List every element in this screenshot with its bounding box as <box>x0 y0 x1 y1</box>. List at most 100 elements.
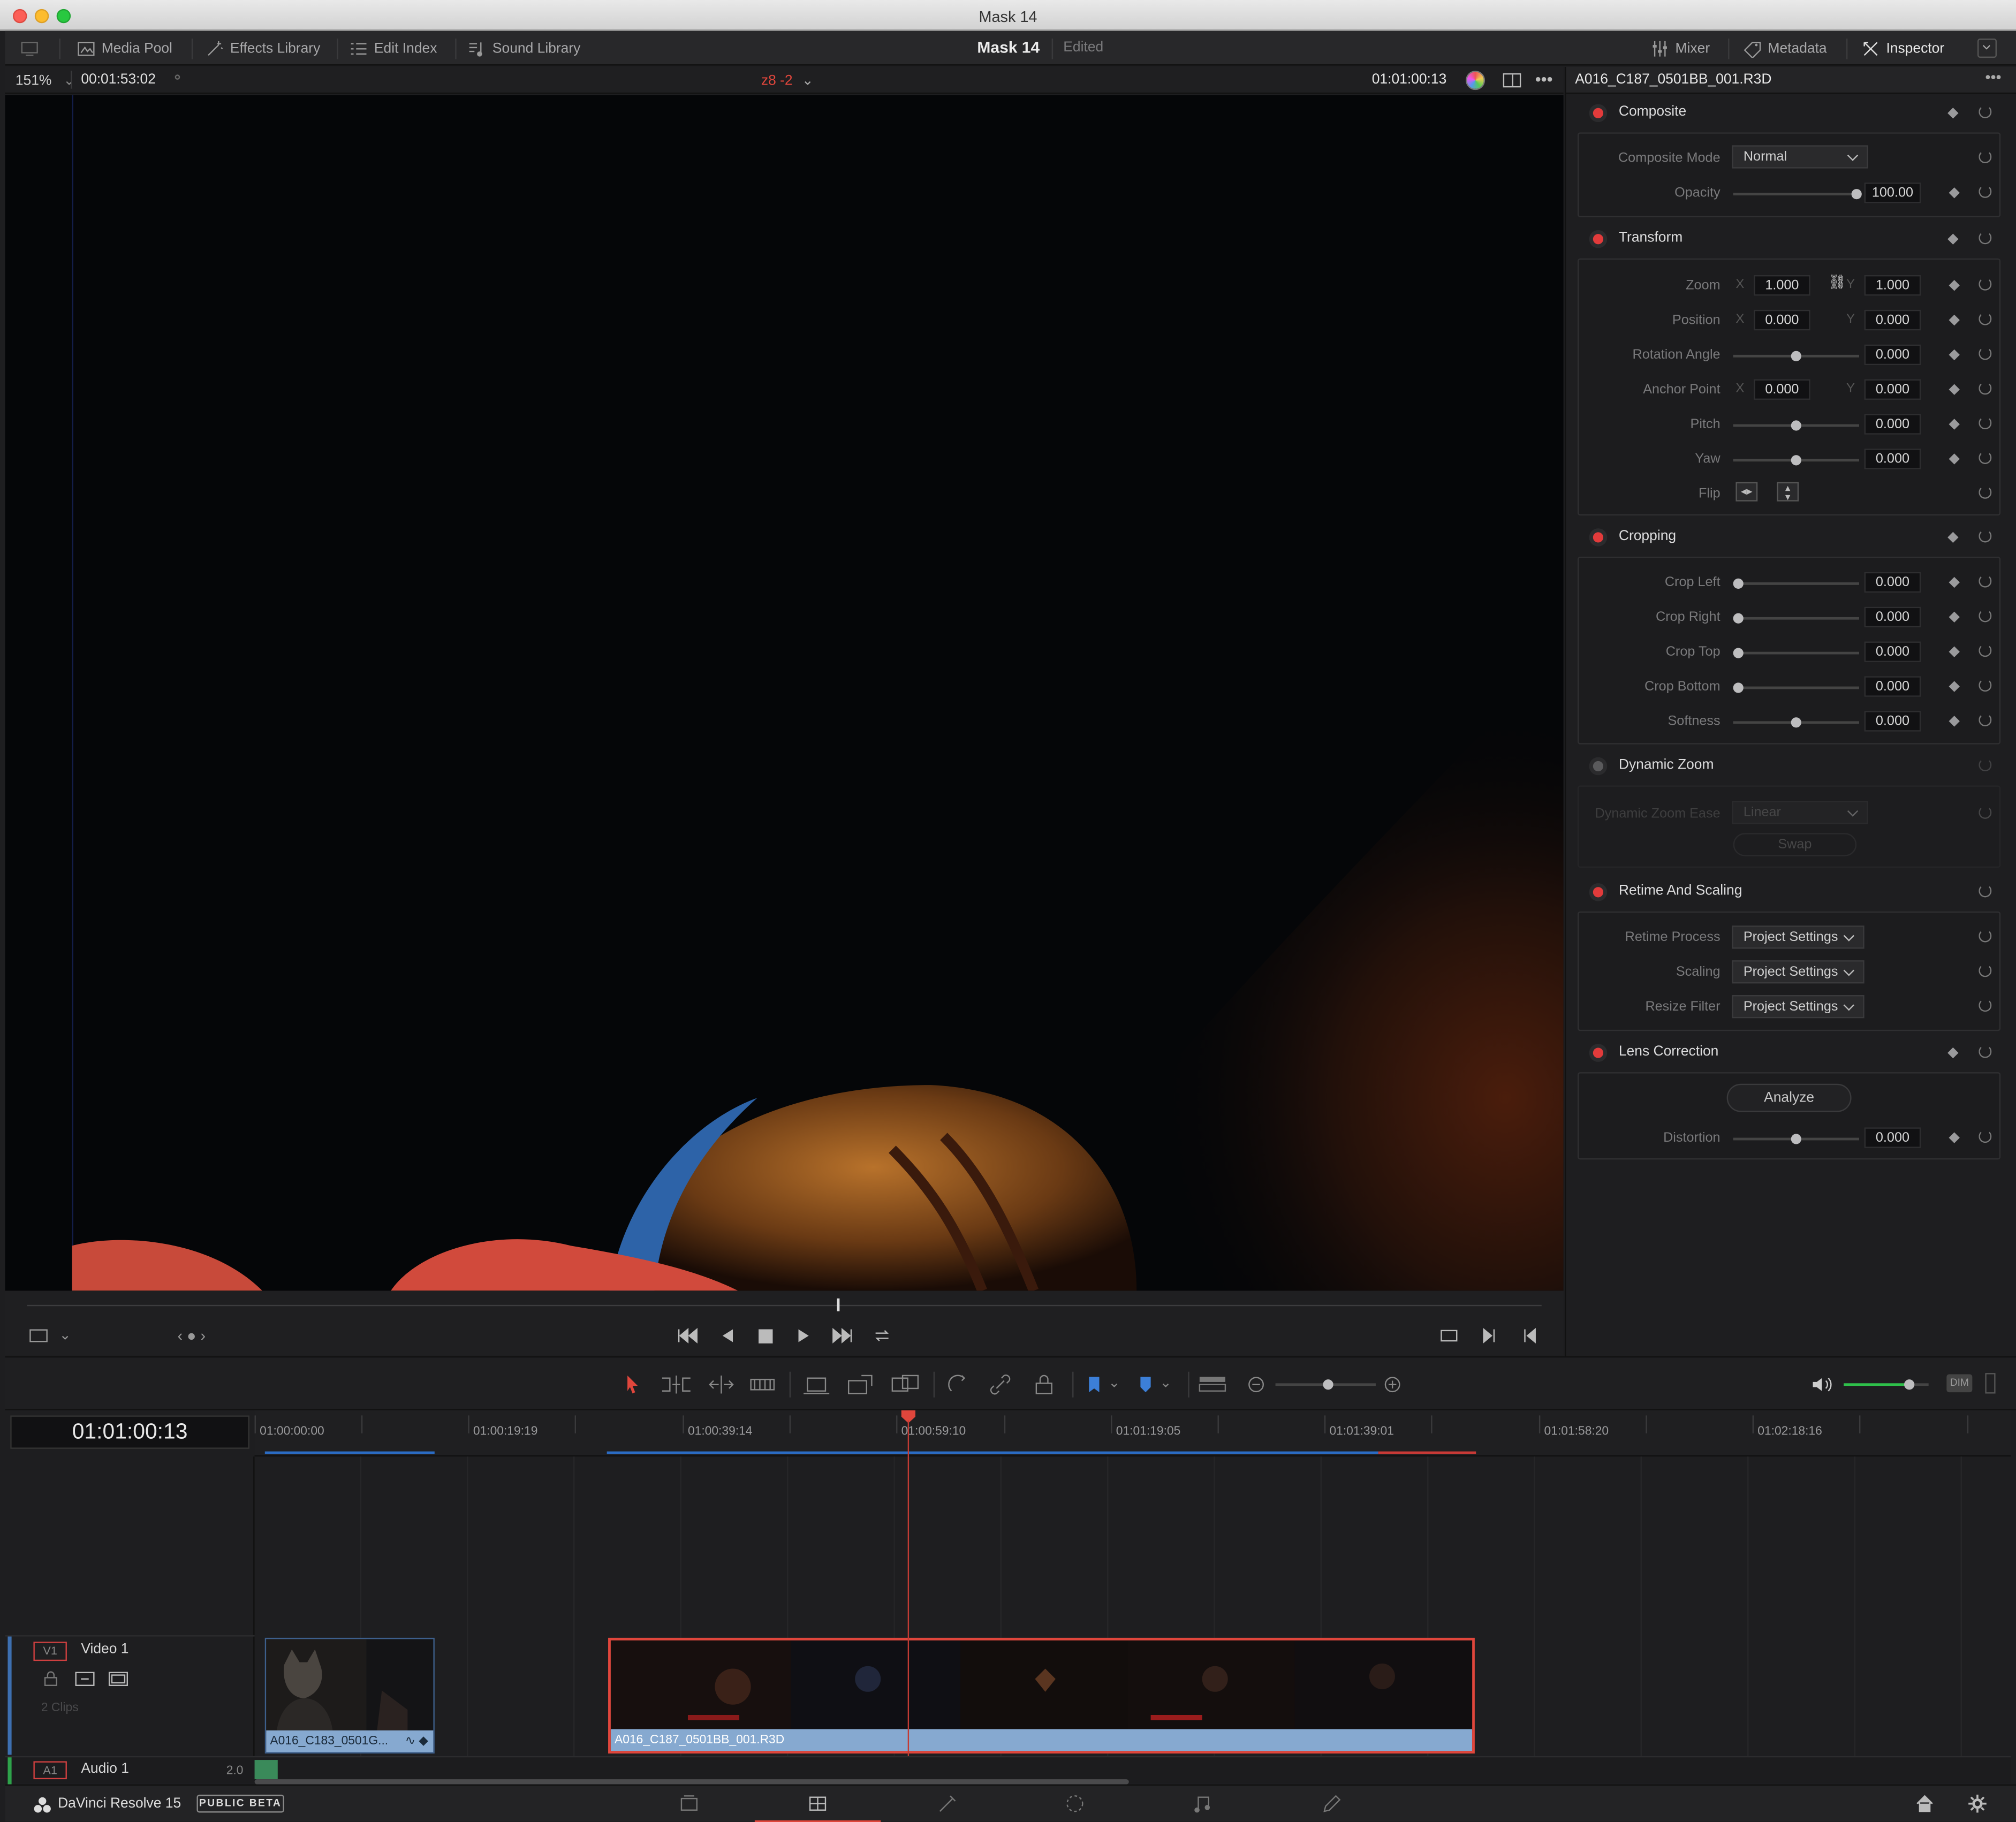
crop-left-field[interactable]: 0.000 <box>1864 572 1921 593</box>
stop-icon[interactable] <box>759 1329 773 1343</box>
dim-button[interactable]: DIM <box>1946 1374 1973 1393</box>
reset-icon[interactable] <box>1979 679 1992 692</box>
position-x-field[interactable]: 0.000 <box>1754 309 1810 331</box>
retime-enable-toggle[interactable] <box>1593 887 1604 898</box>
edit-page-tab[interactable] <box>754 1786 881 1822</box>
softness-field[interactable]: 0.000 <box>1864 711 1921 732</box>
timeline-scrollbar[interactable] <box>254 1779 1129 1785</box>
effects-library-button[interactable]: Effects Library <box>206 31 320 66</box>
disable-track-icon[interactable] <box>108 1671 128 1687</box>
keyframe-icon[interactable] <box>1949 384 1960 395</box>
reset-icon[interactable] <box>1979 416 1992 430</box>
reset-icon[interactable] <box>1979 150 1992 164</box>
reset-icon[interactable] <box>1979 231 1992 245</box>
zoom-select[interactable]: 151% ⌄ <box>16 72 75 89</box>
reset-icon[interactable] <box>1979 964 1992 977</box>
cropping-section-header[interactable]: Cropping <box>1578 523 2006 552</box>
reset-icon[interactable] <box>1979 485 1992 499</box>
reset-icon[interactable] <box>1979 529 1992 543</box>
reset-icon[interactable] <box>1979 185 1992 198</box>
reset-icon[interactable] <box>1979 644 1992 657</box>
reset-icon[interactable] <box>1979 609 1992 622</box>
yaw-slider[interactable] <box>1733 455 1860 466</box>
retime-process-select[interactable]: Project Settings <box>1732 925 1865 949</box>
auto-select-icon[interactable] <box>74 1671 95 1687</box>
reset-icon[interactable] <box>1979 105 1992 118</box>
more-options-icon[interactable]: ••• <box>1535 70 1553 89</box>
dynamic-zoom-section-header[interactable]: Dynamic Zoom <box>1578 752 2006 780</box>
volume-slider[interactable] <box>1844 1379 1929 1390</box>
deliver-page-icon[interactable] <box>1322 1794 1342 1814</box>
blade-tool-icon[interactable] <box>749 1376 775 1394</box>
linked-selection-icon[interactable] <box>989 1373 1012 1396</box>
crop-top-field[interactable]: 0.000 <box>1864 641 1921 662</box>
cropping-enable-toggle[interactable] <box>1593 532 1604 543</box>
transform-section-header[interactable]: Transform <box>1578 225 2006 253</box>
track-destination-a1[interactable]: A1 <box>33 1761 67 1780</box>
yaw-field[interactable]: 0.000 <box>1864 449 1921 469</box>
media-page-icon[interactable] <box>679 1794 699 1814</box>
track-destination-v1[interactable]: V1 <box>33 1642 67 1661</box>
gear-icon[interactable] <box>1967 1794 1988 1814</box>
pitch-slider[interactable] <box>1733 420 1860 431</box>
anchor-x-field[interactable]: 0.000 <box>1754 379 1810 400</box>
reset-icon[interactable] <box>1979 1045 1992 1058</box>
rotation-slider[interactable] <box>1733 351 1860 361</box>
composite-mode-select[interactable]: Normal <box>1732 145 1868 169</box>
workspace-icon[interactable] <box>20 31 39 66</box>
composite-section-header[interactable]: Composite <box>1578 99 2006 127</box>
play-reverse-icon[interactable] <box>720 1328 736 1343</box>
insert-clip-icon[interactable] <box>802 1373 831 1396</box>
track-name-video-1[interactable]: Video 1 <box>81 1642 128 1657</box>
speaker-icon[interactable] <box>1812 1376 1832 1394</box>
timeline-view-options-icon[interactable] <box>1198 1376 1226 1394</box>
collapse-panel-button[interactable] <box>1977 39 1997 58</box>
zoom-in-icon[interactable] <box>1383 1376 1401 1394</box>
reset-icon[interactable] <box>1979 929 1992 943</box>
track-name-audio-1[interactable]: Audio 1 <box>81 1761 129 1777</box>
chevron-down-icon[interactable]: ⌄ <box>1159 1375 1171 1391</box>
zoom-x-field[interactable]: 1.000 <box>1754 275 1810 296</box>
scrub-bar[interactable] <box>27 1298 1542 1311</box>
keyframe-icon[interactable] <box>1949 681 1960 692</box>
play-icon[interactable] <box>796 1328 812 1343</box>
keyframe-icon[interactable] <box>1947 233 1959 245</box>
transform-enable-toggle[interactable] <box>1593 234 1604 245</box>
audio-meter-toggle[interactable] <box>1985 1373 1996 1394</box>
video-viewer[interactable] <box>5 95 1564 1291</box>
keyframe-icon[interactable] <box>1947 108 1959 119</box>
crop-bottom-slider[interactable] <box>1733 682 1860 693</box>
keyframe-icon[interactable] <box>1949 1132 1960 1143</box>
opacity-slider[interactable] <box>1733 189 1862 200</box>
link-icon[interactable]: ⛓ <box>1828 274 1846 291</box>
fusion-page-icon[interactable] <box>937 1794 958 1814</box>
reset-icon[interactable] <box>1979 999 1992 1012</box>
loop-icon[interactable] <box>871 1327 892 1345</box>
selection-tool-icon[interactable] <box>625 1375 640 1395</box>
reset-icon[interactable] <box>1979 806 1992 819</box>
crop-bottom-field[interactable]: 0.000 <box>1864 676 1921 697</box>
keyframe-icon[interactable] <box>1949 611 1960 623</box>
go-to-start-icon[interactable] <box>676 1328 699 1343</box>
dynamic-zoom-enable-toggle[interactable] <box>1593 761 1604 772</box>
keyframe-icon[interactable] <box>1949 576 1960 588</box>
reset-icon[interactable] <box>1979 758 1992 772</box>
crop-right-slider[interactable] <box>1733 613 1860 624</box>
zoom-y-field[interactable]: 1.000 <box>1864 275 1921 296</box>
scaling-select[interactable]: Project Settings <box>1732 960 1865 984</box>
crop-top-slider[interactable] <box>1733 648 1860 658</box>
keyframe-icon[interactable] <box>1947 532 1959 543</box>
reset-icon[interactable] <box>1979 347 1992 360</box>
distortion-slider[interactable] <box>1733 1134 1860 1144</box>
flip-horizontal-icon[interactable]: ◂▸ <box>1735 482 1758 502</box>
timeline-clip-selected[interactable]: A016_C187_0501BB_001.R3D <box>608 1637 1475 1754</box>
keyframe-icon[interactable] <box>1949 349 1960 361</box>
scrub-handle[interactable] <box>837 1298 840 1311</box>
distortion-field[interactable]: 0.000 <box>1864 1127 1921 1148</box>
clip-nav-icon[interactable]: ‹ ● › <box>177 1327 206 1345</box>
resize-filter-select[interactable]: Project Settings <box>1732 994 1865 1019</box>
keyframe-icon[interactable] <box>1949 314 1960 326</box>
dynamic-zoom-ease-select[interactable]: Linear <box>1732 801 1868 824</box>
inspector-button[interactable]: Inspector <box>1862 31 1944 66</box>
zoom-out-icon[interactable] <box>1247 1376 1265 1394</box>
